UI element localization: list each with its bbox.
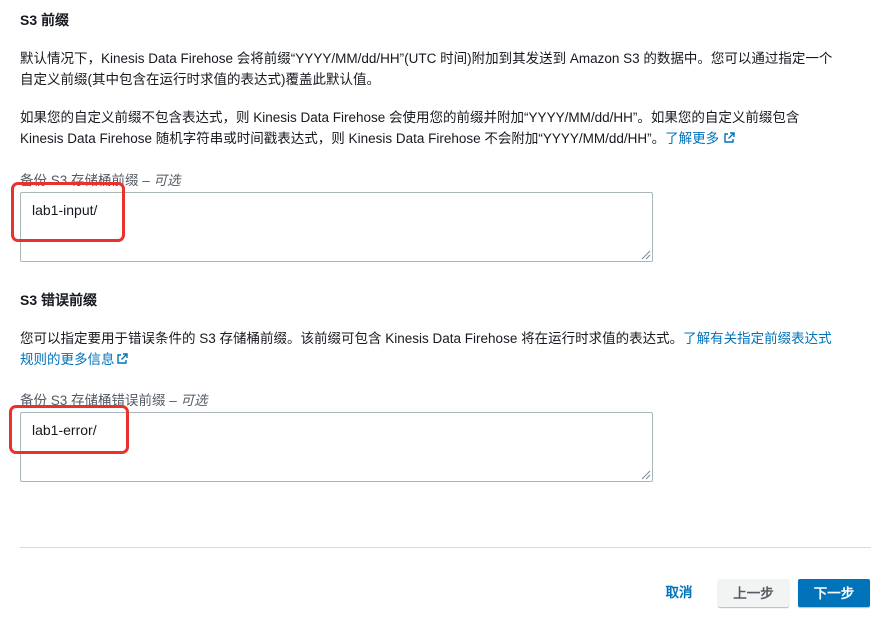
resize-grip-icon[interactable] bbox=[639, 248, 651, 260]
s3-error-prefix-description: 您可以指定要用于错误条件的 S3 存储桶前缀。该前缀可包含 Kinesis Da… bbox=[20, 328, 880, 370]
cancel-button[interactable]: 取消 bbox=[657, 579, 701, 607]
s3-error-prefix-title: S3 错误前缀 bbox=[20, 292, 98, 308]
external-link-icon bbox=[724, 132, 735, 143]
s3-prefix-desc-line1: 默认情况下，Kinesis Data Firehose 会将前缀“YYYY/MM… bbox=[20, 51, 833, 66]
footer-divider bbox=[20, 547, 871, 548]
s3-error-desc-line2: 规则的更多信息 bbox=[20, 349, 880, 370]
s3-prefix-desc2-line2: Kinesis Data Firehose 随机字符串或时间戳表达式，则 Kin… bbox=[20, 128, 880, 149]
s3-error-prefix-optional-label: 可选 bbox=[180, 393, 208, 408]
highlight-box-error-prefix bbox=[9, 405, 129, 454]
highlight-box-prefix bbox=[11, 182, 125, 242]
s3-error-desc-line1: 您可以指定要用于错误条件的 S3 存储桶前缀。该前缀可包含 Kinesis Da… bbox=[20, 328, 880, 349]
previous-button[interactable]: 上一步 bbox=[718, 579, 789, 607]
learn-more-label: 了解更多 bbox=[665, 131, 720, 146]
s3-error-desc-line1-text: 您可以指定要用于错误条件的 S3 存储桶前缀。该前缀可包含 Kinesis Da… bbox=[20, 331, 684, 346]
s3-prefix-expression-description: 如果您的自定义前缀不包含表达式，则 Kinesis Data Firehose … bbox=[20, 107, 880, 149]
resize-grip-icon[interactable] bbox=[639, 468, 651, 480]
prefix-rules-link-part2[interactable]: 规则的更多信息 bbox=[20, 352, 128, 367]
s3-prefix-desc-line2: 自定义前缀(其中包含在运行时求值的表达式)覆盖此默认值。 bbox=[20, 72, 380, 87]
s3-prefix-desc2-line1: 如果您的自定义前缀不包含表达式，则 Kinesis Data Firehose … bbox=[20, 110, 800, 125]
external-link-icon bbox=[116, 353, 128, 364]
learn-more-link[interactable]: 了解更多 bbox=[665, 131, 735, 146]
next-button[interactable]: 下一步 bbox=[798, 579, 870, 607]
s3-prefix-title: S3 前缀 bbox=[20, 12, 70, 28]
s3-prefix-description: 默认情况下，Kinesis Data Firehose 会将前缀“YYYY/MM… bbox=[20, 48, 880, 90]
prefix-rules-link-label: 规则的更多信息 bbox=[20, 352, 115, 367]
s3-prefix-optional-label: 可选 bbox=[153, 173, 181, 188]
s3-prefix-desc2-line2-text: Kinesis Data Firehose 随机字符串或时间戳表达式，则 Kin… bbox=[20, 131, 666, 146]
prefix-rules-link-part1[interactable]: 了解有关指定前缀表达式 bbox=[683, 331, 832, 346]
